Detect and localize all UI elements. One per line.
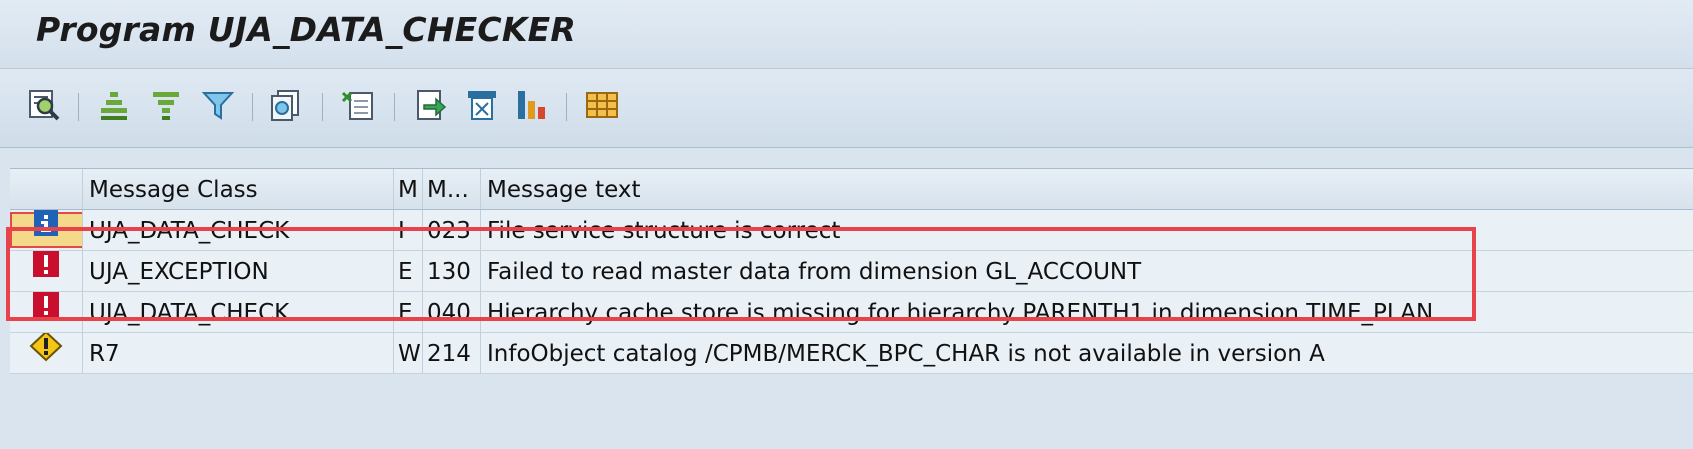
message-type-cell: E bbox=[394, 251, 423, 291]
column-header-message-class[interactable]: Message Class bbox=[83, 169, 394, 209]
message-type-cell: E bbox=[394, 292, 423, 332]
message-class-cell: R7 bbox=[83, 333, 394, 373]
title-bar: Program UJA_DATA_CHECKER bbox=[0, 0, 1693, 69]
sort-descending-icon[interactable] bbox=[146, 85, 186, 125]
info-icon bbox=[31, 210, 61, 250]
print-preview-icon[interactable] bbox=[266, 85, 306, 125]
message-text-cell: File service structure is correct bbox=[487, 218, 841, 244]
sort-ascending-icon[interactable] bbox=[94, 85, 134, 125]
table-row[interactable]: UJA_EXCEPTION E 130 Failed to read maste… bbox=[10, 251, 1693, 292]
message-table: Message Class M M... Message text UJA_DA… bbox=[10, 168, 1693, 374]
row-status-cell[interactable] bbox=[10, 333, 83, 373]
export-file-icon[interactable] bbox=[410, 85, 450, 125]
table-row[interactable]: UJA_DATA_CHECK I 023 File service struct… bbox=[10, 210, 1693, 251]
export-spreadsheet-icon[interactable] bbox=[338, 85, 378, 125]
column-header-status[interactable] bbox=[10, 169, 83, 209]
row-status-cell[interactable] bbox=[10, 251, 83, 291]
page-title: Program UJA_DATA_CHECKER bbox=[36, 10, 576, 49]
row-status-cell[interactable] bbox=[10, 210, 83, 250]
table-row[interactable]: UJA_DATA_CHECK E 040 Hierarchy cache sto… bbox=[10, 292, 1693, 333]
column-header-message-number[interactable]: M... bbox=[423, 169, 481, 209]
alv-grid-area: Message Class M M... Message text UJA_DA… bbox=[0, 148, 1693, 449]
message-type-cell: W bbox=[394, 333, 423, 373]
table-header-row: Message Class M M... Message text bbox=[10, 169, 1693, 210]
error-icon bbox=[31, 251, 61, 291]
message-number-cell: 040 bbox=[423, 292, 481, 332]
message-type-cell: I bbox=[394, 210, 423, 250]
message-class-cell: UJA_EXCEPTION bbox=[83, 251, 394, 291]
graphic-chart-icon[interactable] bbox=[512, 85, 552, 125]
message-class-cell: UJA_DATA_CHECK bbox=[83, 210, 394, 250]
message-class-cell: UJA_DATA_CHECK bbox=[83, 292, 394, 332]
filter-icon[interactable] bbox=[198, 85, 238, 125]
detail-magnifier-icon[interactable] bbox=[24, 85, 64, 125]
message-number-cell: 023 bbox=[423, 210, 481, 250]
row-status-cell[interactable] bbox=[10, 292, 83, 332]
message-text-cell: InfoObject catalog /CPMB/MERCK_BPC_CHAR … bbox=[487, 341, 1325, 367]
change-layout-icon[interactable] bbox=[582, 85, 622, 125]
column-header-message-type[interactable]: M bbox=[394, 169, 423, 209]
table-row[interactable]: R7 W 214 InfoObject catalog /CPMB/MERCK_… bbox=[10, 333, 1693, 374]
message-text-cell: Failed to read master data from dimensio… bbox=[487, 259, 1142, 285]
message-number-cell: 130 bbox=[423, 251, 481, 291]
error-icon bbox=[31, 292, 61, 332]
warning-icon bbox=[29, 333, 63, 373]
select-layout-icon[interactable] bbox=[462, 85, 502, 125]
alv-toolbar bbox=[0, 69, 1693, 148]
message-text-cell: Hierarchy cache store is missing for hie… bbox=[487, 300, 1434, 326]
column-header-message-text[interactable]: Message text bbox=[481, 169, 1693, 209]
message-number-cell: 214 bbox=[423, 333, 481, 373]
